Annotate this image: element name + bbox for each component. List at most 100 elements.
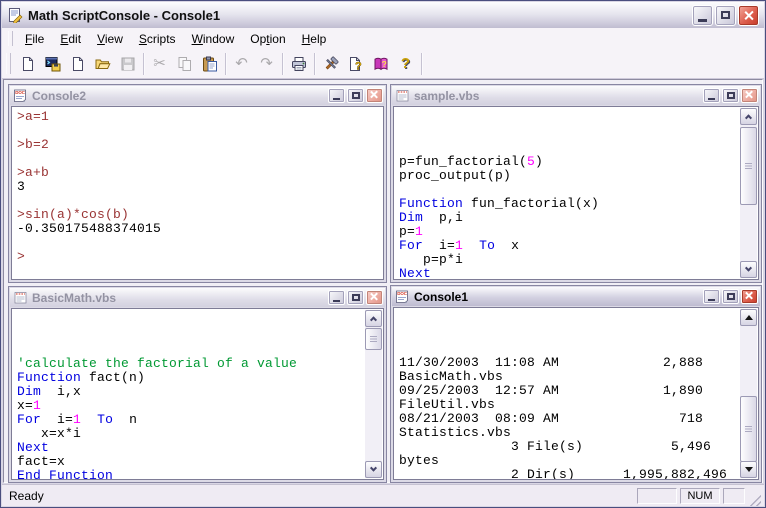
menu-help[interactable]: Help <box>294 30 335 48</box>
console1-minimize-button[interactable] <box>703 289 720 304</box>
toolbar-separator <box>143 53 144 75</box>
cut-button[interactable]: ✂ <box>147 51 172 76</box>
mdi-client-area: DOC Console2 >a=1 >b=2 >a+b3 >sin(a)*cos… <box>3 79 763 483</box>
close-button[interactable] <box>738 5 759 26</box>
scroll-down-button[interactable] <box>740 461 757 478</box>
minimize-icon <box>698 19 707 22</box>
redo-icon: ↷ <box>260 56 273 71</box>
minimize-icon <box>708 98 715 101</box>
help-topics-button[interactable]: ? <box>368 51 393 76</box>
console2-titlebar[interactable]: DOC Console2 <box>10 86 385 105</box>
scroll-up-button[interactable] <box>740 108 757 125</box>
minimize-button[interactable] <box>692 5 713 26</box>
close-icon <box>369 292 380 303</box>
basicmath-titlebar[interactable]: BasicMath.vbs <box>10 288 385 307</box>
close-icon <box>744 90 755 101</box>
scrollbar-thumb[interactable] <box>740 396 757 462</box>
child-window-console2: DOC Console2 >a=1 >b=2 >a+b3 >sin(a)*cos… <box>8 84 387 283</box>
window-title: Math ScriptConsole - Console1 <box>28 8 687 23</box>
console1-titlebar[interactable]: DOC Console1 <box>392 287 760 306</box>
copy-button[interactable] <box>172 51 197 76</box>
status-bar: Ready NUM <box>2 484 764 506</box>
basicmath-maximize-button[interactable] <box>347 290 364 305</box>
new-script-button[interactable] <box>65 51 90 76</box>
status-text: Ready <box>9 489 634 503</box>
menu-bar: File Edit View Scripts Window Option Hel… <box>2 28 764 50</box>
scroll-down-button[interactable] <box>740 261 757 278</box>
new-document-icon <box>20 56 36 72</box>
paste-icon <box>202 56 218 72</box>
status-pane-empty-1 <box>637 488 677 504</box>
console2-title: Console2 <box>32 89 324 103</box>
toolbar-grip[interactable] <box>6 53 11 74</box>
console1-scrollbar[interactable] <box>740 309 757 478</box>
scrollbar-track[interactable] <box>365 327 382 461</box>
scrollbar-thumb[interactable] <box>365 328 382 350</box>
console2-close-button[interactable] <box>366 88 383 103</box>
arrow-down-icon <box>745 467 753 472</box>
save-console-button[interactable] <box>40 51 65 76</box>
chevron-up-icon <box>370 316 377 323</box>
scroll-up-button[interactable] <box>365 310 382 327</box>
menu-file[interactable]: File <box>17 30 52 48</box>
status-pane-num-lock: NUM <box>680 488 720 504</box>
sample-vbs-scrollbar[interactable] <box>740 108 757 278</box>
basicmath-close-button[interactable] <box>366 290 383 305</box>
toolbar-separator <box>314 53 315 75</box>
title-bar[interactable]: Math ScriptConsole - Console1 <box>2 2 764 29</box>
scrollbar-track[interactable] <box>740 125 757 261</box>
open-button[interactable] <box>90 51 115 76</box>
paste-button[interactable] <box>197 51 222 76</box>
menu-edit[interactable]: Edit <box>52 30 89 48</box>
tools-button[interactable] <box>318 51 343 76</box>
console2-maximize-button[interactable] <box>347 88 364 103</box>
basicmath-scrollbar[interactable] <box>365 310 382 478</box>
about-button[interactable]: ? <box>393 51 418 76</box>
minimize-icon <box>333 98 340 101</box>
main-window: Math ScriptConsole - Console1 File Edit … <box>0 0 766 508</box>
console1-maximize-button[interactable] <box>722 289 739 304</box>
cut-icon: ✂ <box>153 56 166 71</box>
console2-minimize-button[interactable] <box>328 88 345 103</box>
basicmath-minimize-button[interactable] <box>328 290 345 305</box>
sample-maximize-button[interactable] <box>722 88 739 103</box>
console1-close-button[interactable] <box>741 289 758 304</box>
basicmath-content[interactable]: 'calculate the factorial of a valueFunct… <box>11 308 384 480</box>
menu-scripts[interactable]: Scripts <box>131 30 184 48</box>
save-console-icon <box>45 56 61 72</box>
sample-close-button[interactable] <box>741 88 758 103</box>
scrollbar-thumb[interactable] <box>740 127 757 205</box>
svg-text:?: ? <box>355 60 362 72</box>
print-icon <box>291 56 307 72</box>
menubar-grip[interactable] <box>8 31 13 46</box>
resize-grip[interactable] <box>748 493 761 506</box>
menu-view[interactable]: View <box>89 30 131 48</box>
console1-content[interactable]: 11/30/2003 11:08 AM 2,888BasicMath.vbs09… <box>393 307 759 480</box>
maximize-button[interactable] <box>715 5 736 26</box>
scroll-down-button[interactable] <box>365 461 382 478</box>
sample-vbs-titlebar[interactable]: sample.vbs <box>392 86 760 105</box>
undo-button[interactable]: ↶ <box>229 51 254 76</box>
minimize-icon <box>708 299 715 302</box>
new-document-button[interactable] <box>15 51 40 76</box>
sample-vbs-content[interactable]: p=fun_factorial(5)proc_output(p) Functio… <box>393 106 759 280</box>
close-icon <box>743 10 754 21</box>
scrollbar-track[interactable] <box>740 326 757 461</box>
sample-minimize-button[interactable] <box>703 88 720 103</box>
menu-window[interactable]: Window <box>184 30 243 48</box>
context-help-button[interactable]: ? <box>343 51 368 76</box>
console2-content[interactable]: >a=1 >b=2 >a+b3 >sin(a)*cos(b)-0.3501754… <box>11 106 384 280</box>
print-button[interactable] <box>286 51 311 76</box>
app-icon <box>7 7 23 23</box>
save-icon <box>120 56 136 72</box>
toolbar: ✂ ↶ ↷ <box>2 49 764 79</box>
tools-icon <box>323 56 339 72</box>
chevron-up-icon <box>745 114 752 121</box>
save-button[interactable] <box>115 51 140 76</box>
scroll-up-button[interactable] <box>740 309 757 326</box>
menu-option[interactable]: Option <box>242 30 293 48</box>
redo-button[interactable]: ↷ <box>254 51 279 76</box>
child-window-sample-vbs: sample.vbs p=fun_factorial(5)proc_output… <box>390 84 762 283</box>
context-help-icon: ? <box>348 56 364 72</box>
script-icon <box>13 290 28 305</box>
